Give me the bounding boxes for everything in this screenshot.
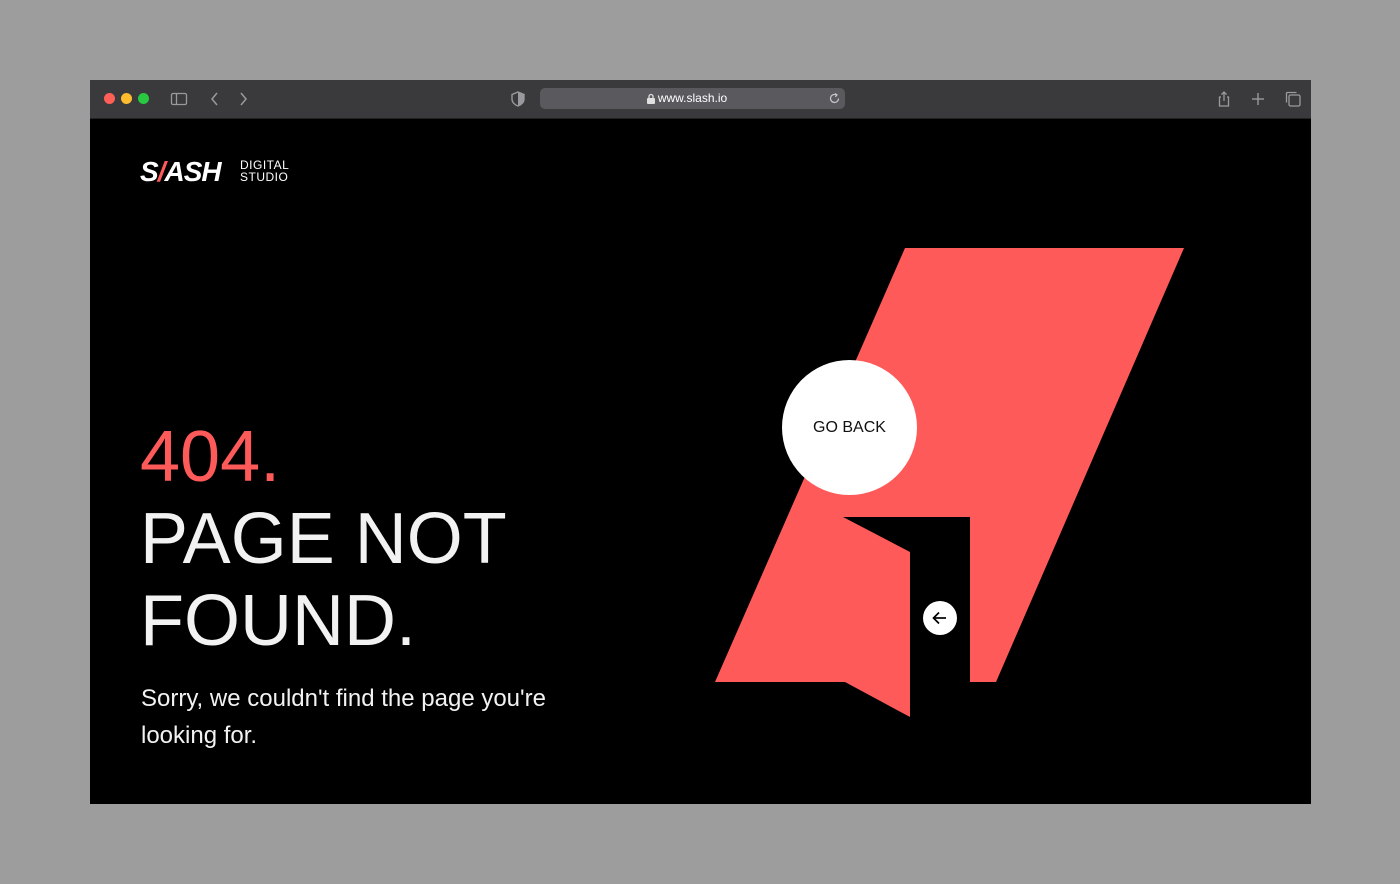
error-description: Sorry, we couldn't find the page you're … bbox=[141, 685, 546, 749]
brand-tagline-line2: STUDIO bbox=[240, 170, 289, 184]
brand-name-end: ASH bbox=[164, 156, 221, 187]
close-window-button[interactable] bbox=[104, 93, 115, 104]
forward-chevron-icon[interactable] bbox=[233, 89, 253, 109]
arrow-left-icon[interactable] bbox=[923, 601, 957, 635]
error-headline: 404. PAGE NOT FOUND. bbox=[140, 416, 507, 662]
error-title-line1: PAGE NOT bbox=[140, 499, 507, 579]
brand-tagline: DIGITAL STUDIO bbox=[240, 159, 289, 183]
brand-wordmark: S/ASH bbox=[140, 156, 222, 188]
go-back-button[interactable]: GO BACK bbox=[782, 360, 917, 495]
share-icon[interactable] bbox=[1214, 89, 1234, 109]
error-title-line2: FOUND. bbox=[140, 581, 416, 661]
back-chevron-icon[interactable] bbox=[205, 89, 225, 109]
new-tab-icon[interactable] bbox=[1248, 89, 1268, 109]
browser-toolbar: www.slash.io bbox=[90, 80, 1311, 119]
shield-icon[interactable] bbox=[508, 89, 528, 109]
reload-icon[interactable] bbox=[828, 92, 841, 105]
sidebar-icon[interactable] bbox=[169, 89, 189, 109]
address-bar[interactable]: www.slash.io bbox=[540, 88, 845, 109]
url-text: www.slash.io bbox=[657, 91, 728, 105]
minimize-window-button[interactable] bbox=[121, 93, 132, 104]
brand-name-start: S bbox=[140, 156, 159, 187]
tabs-overview-icon[interactable] bbox=[1283, 89, 1303, 109]
error-code: 404. bbox=[140, 417, 281, 497]
slash-shape bbox=[715, 248, 1184, 717]
browser-window: www.slash.io S/ASH DIGITAL STUDIO 404. P… bbox=[90, 80, 1311, 804]
zoom-window-button[interactable] bbox=[138, 93, 149, 104]
